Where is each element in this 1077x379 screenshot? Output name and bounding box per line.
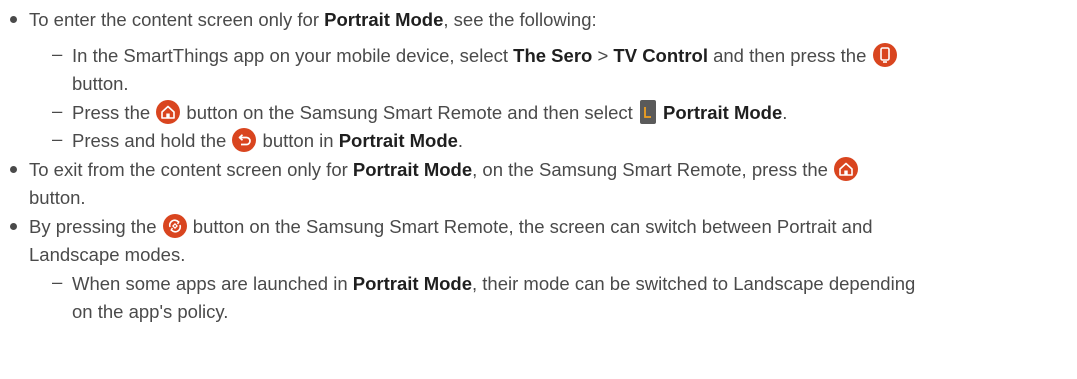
bold-text: Portrait Mode [338, 130, 458, 151]
text: button. [29, 187, 86, 208]
rotate-icon [162, 214, 187, 238]
home-icon [156, 100, 181, 124]
dash: – [52, 128, 63, 149]
document: To enter the content screen only for Por… [0, 0, 1077, 379]
text: Press the [72, 102, 156, 123]
sub-2-text: Press the button on the Samsung Smart Re… [72, 100, 787, 126]
back-icon [232, 128, 257, 152]
home-icon [834, 157, 859, 181]
dash: – [52, 100, 63, 121]
portrait-toggle-icon [872, 43, 897, 67]
bold-text: Portrait Mode [663, 102, 783, 123]
text: > [592, 45, 614, 66]
dash: – [52, 271, 63, 292]
text: , see the following: [443, 9, 597, 30]
bullet-dot [10, 16, 17, 23]
text: , their mode can be switched to Landscap… [472, 273, 916, 294]
sub-1-text: In the SmartThings app on your mobile de… [72, 43, 898, 69]
sub-3-text: Press and hold the button in Portrait Mo… [72, 128, 463, 154]
text: on the app's policy. [72, 301, 229, 322]
text: By pressing the [29, 216, 162, 237]
text: and then press the [707, 45, 872, 66]
bullet-1-text: To enter the content screen only for Por… [29, 7, 597, 33]
text: button. [72, 73, 129, 94]
bold-text: Portrait Mode [324, 9, 444, 30]
sub-4-text: When some apps are launched in Portrait … [72, 271, 915, 297]
text: To exit from the content screen only for [29, 159, 353, 180]
text: button in [257, 130, 339, 151]
sub-4-cont: on the app's policy. [72, 299, 228, 325]
text: Press and hold the [72, 130, 232, 151]
sub-1-cont: button. [72, 71, 129, 97]
text: To enter the content screen only for [29, 9, 325, 30]
bold-text: The Sero [513, 45, 593, 66]
text: Landscape modes. [29, 244, 186, 265]
text: , on the Samsung Smart Remote, press the [472, 159, 834, 180]
bullet-dot [10, 223, 17, 230]
bullet-dot [10, 166, 17, 173]
bullet-3-cont: Landscape modes. [29, 242, 185, 268]
dash: – [52, 43, 63, 64]
bullet-2-text: To exit from the content screen only for… [29, 157, 859, 183]
bullet-3-text: By pressing the button on the Samsung Sm… [29, 214, 873, 240]
text: . [457, 130, 464, 151]
text: When some apps are launched in [72, 273, 353, 294]
bold-text: Portrait Mode [352, 159, 473, 180]
bold-text: Portrait Mode [352, 273, 472, 294]
portrait-mode-app-icon [639, 100, 656, 124]
text: button on the Samsung Smart Remote, the … [187, 216, 873, 237]
text: button on the Samsung Smart Remote and t… [181, 102, 638, 123]
text: In the SmartThings app on your mobile de… [72, 45, 514, 66]
bold-text: TV Control [613, 45, 708, 66]
text: . [782, 102, 788, 123]
bullet-2-cont: button. [29, 185, 86, 211]
